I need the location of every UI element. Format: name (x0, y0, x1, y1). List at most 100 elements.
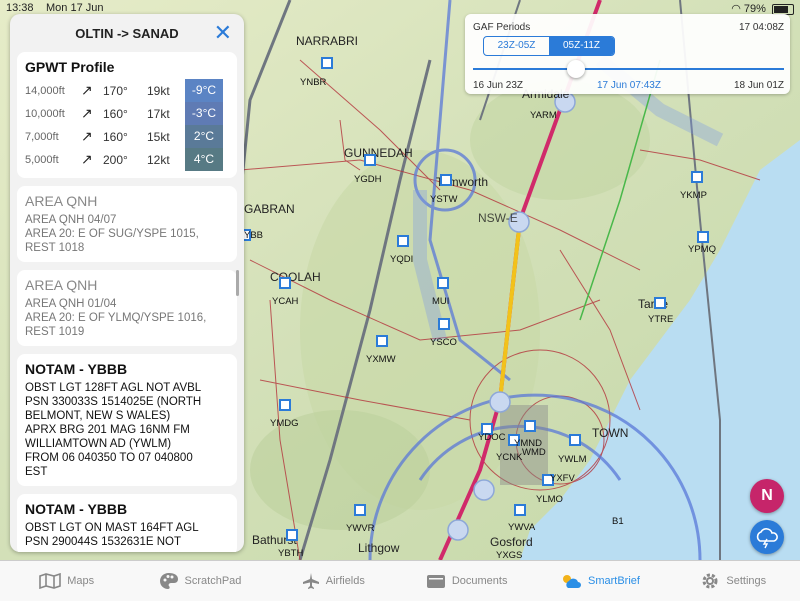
gpwt-direction: 160° (103, 106, 128, 121)
gpwt-altitude: 5,000ft (25, 153, 59, 166)
gpwt-temperature: -9°C (185, 79, 223, 102)
waypoint-label: YGDH (354, 174, 382, 185)
waypoint-label: YWLM (558, 454, 587, 465)
waypoint-label: YPMQ (688, 244, 716, 255)
gaf-segment-control: 23Z-05Z 05Z-11Z (483, 36, 615, 56)
waypoint-label: YXFV (550, 473, 575, 484)
panel-header: OLTIN -> SANAD ✕ (10, 14, 244, 52)
gaf-segment[interactable]: 23Z-05Z (484, 37, 549, 55)
gaf-periods-panel: GAF Periods 17 04:08Z 23Z-05Z 05Z-11Z 16… (465, 14, 790, 94)
waypoint-label: YDOC (478, 432, 506, 443)
waypoint-label: YTRE (648, 314, 673, 325)
tab-label: ScratchPad (184, 575, 242, 587)
gpwt-direction: 200° (103, 152, 128, 167)
weather-icon (562, 575, 581, 588)
waypoint-label: YWVR (346, 523, 375, 534)
gpwt-temperature: -3°C (185, 102, 223, 125)
place-label: Lithgow (358, 541, 400, 555)
qnh-line: AREA QNH 04/07 (25, 214, 117, 226)
waypoint-label: YLMO (536, 494, 563, 505)
qnh-card[interactable]: AREA QNH AREA QNH 01/04 AREA 20: E OF YL… (17, 270, 237, 346)
status-time: 13:38 (6, 2, 34, 14)
waypoint-label: YCAH (272, 296, 299, 307)
waypoint-label: YXMW (366, 354, 396, 365)
place-label: GUNNEDAH (344, 146, 413, 160)
gpwt-row: 5,000ft ↗ 200° 12kt 4°C (25, 148, 229, 171)
tab-label: Maps (67, 575, 95, 587)
gpwt-speed: 17kt (147, 106, 170, 121)
weather-cloud-button[interactable] (750, 520, 784, 554)
notam-card[interactable]: NOTAM - YBBB OBST LGT ON MAST 164FT AGL … (17, 494, 237, 552)
place-label: TOWN (592, 426, 628, 440)
waypoint-label: YBTH (278, 548, 303, 559)
status-date: Mon 17 Jun (46, 2, 104, 14)
qnh-title: AREA QNH (25, 193, 98, 209)
gpwt-altitude: 14,000ft (25, 84, 65, 97)
tab-documents[interactable]: Documents (400, 561, 533, 601)
waypoint-label: YKMP (680, 190, 707, 201)
qnh-line: REST 1019 (25, 326, 85, 338)
tab-settings[interactable]: Settings (667, 561, 800, 601)
notam-line: WILLIAMTOWN AD (YWLM) (25, 438, 172, 450)
place-label: GABRAN (244, 202, 295, 216)
qnh-title: AREA QNH (25, 277, 98, 293)
notam-card[interactable]: NOTAM - YBBB OBST LGT 128FT AGL NOT AVBL… (17, 354, 237, 486)
wind-arrow-icon: ↗ (81, 105, 93, 121)
qnh-line: REST 1018 (25, 242, 85, 254)
time-slider-thumb[interactable] (566, 60, 585, 78)
tab-scratchpad[interactable]: ScratchPad (133, 561, 266, 601)
waypoint-label: WMD (522, 447, 546, 458)
tab-label: Documents (451, 575, 508, 587)
gaf-segment-active[interactable]: 05Z-11Z (549, 37, 614, 55)
folder-icon (426, 575, 445, 588)
tab-airfields[interactable]: Airfields (267, 561, 400, 601)
panel-resize-handle[interactable] (236, 270, 239, 296)
place-label: Gosford (490, 535, 533, 549)
gpwt-temperature: 2°C (185, 125, 223, 148)
tab-smartbrief[interactable]: SmartBrief (533, 561, 666, 601)
time-start: 16 Jun 23Z (473, 80, 524, 91)
qnh-line: AREA 20: E OF SUG/YSPE 1015, (25, 228, 199, 240)
notam-line: EST (25, 466, 48, 478)
place-label: NARRABRI (296, 34, 358, 48)
waypoint-label: YARM (530, 110, 557, 121)
notam-title: NOTAM - YBBB (25, 501, 128, 517)
gpwt-speed: 12kt (147, 152, 170, 167)
notam-title: NOTAM - YBBB (25, 361, 128, 377)
qnh-line: AREA 20: E OF YLMQ/YSPE 1016, (25, 312, 207, 324)
time-current: 17 Jun 07:43Z (597, 80, 661, 91)
gpwt-title: GPWT Profile (25, 59, 115, 75)
gaf-label: GAF Periods (473, 22, 531, 33)
tab-maps[interactable]: Maps (0, 561, 133, 601)
gpwt-speed: 15kt (147, 129, 170, 144)
gpwt-speed: 19kt (147, 83, 170, 98)
close-icon[interactable]: ✕ (214, 20, 232, 46)
waypoint-label: YCNK (496, 452, 523, 463)
panel-title: OLTIN -> SANAD (75, 26, 179, 41)
notam-line: FROM 06 040350 TO 07 040800 (25, 452, 193, 464)
waypoint-label: YQDI (390, 254, 413, 265)
qnh-card[interactable]: AREA QNH AREA QNH 04/07 AREA 20: E OF SU… (17, 186, 237, 262)
gear-icon (702, 573, 718, 589)
notam-line: BELMONT, NEW S WALES) (25, 410, 171, 422)
time-end: 18 Jun 01Z (733, 80, 784, 91)
time-slider-track[interactable] (473, 68, 784, 70)
gpwt-row: 14,000ft ↗ 170° 19kt -9°C (25, 79, 229, 102)
waypoint-label: YNBR (300, 77, 327, 88)
waypoint-label: YSCO (430, 337, 457, 348)
gpwt-row: 7,000ft ↗ 160° 15kt 2°C (25, 125, 229, 148)
north-button[interactable]: N (750, 479, 784, 513)
gpwt-row: 10,000ft ↗ 160° 17kt -3°C (25, 102, 229, 125)
waypoint-label: B1 (612, 516, 624, 527)
wind-arrow-icon: ↗ (81, 82, 93, 98)
palette-icon (159, 573, 178, 589)
map-icon (39, 573, 62, 589)
gpwt-card[interactable]: GPWT Profile 14,000ft ↗ 170° 19kt -9°C 10,000… (17, 52, 237, 178)
place-label: NSW-E (478, 211, 518, 225)
notam-line: OBST LGT 128FT AGL NOT AVBL (25, 382, 202, 394)
waypoint-label: YMDG (270, 418, 299, 429)
gpwt-temperature: 4°C (185, 148, 223, 171)
waypoint-label: YSTW (430, 194, 457, 205)
battery-icon (772, 3, 794, 15)
plane-icon (302, 573, 319, 589)
